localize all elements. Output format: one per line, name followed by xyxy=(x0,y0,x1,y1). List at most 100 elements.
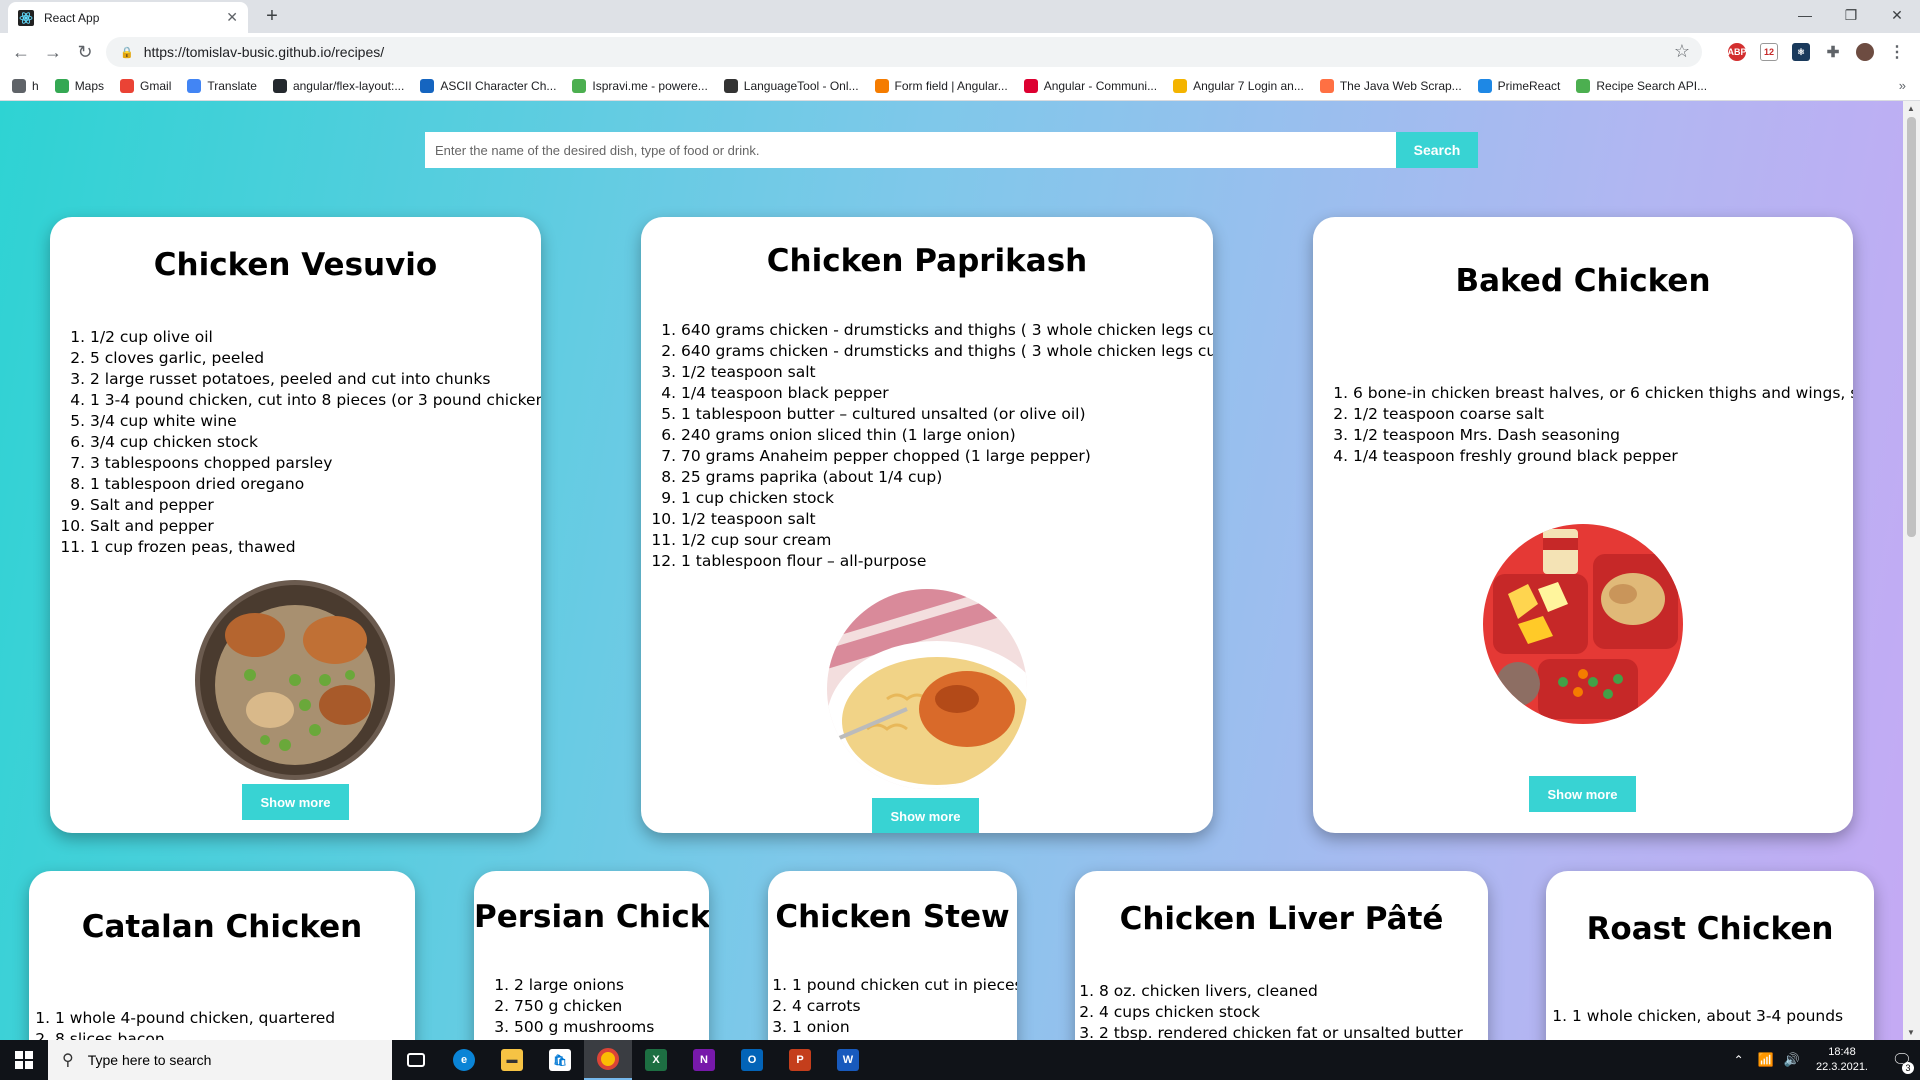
ingredient-item: Salt and pepper xyxy=(90,495,541,516)
bookmark-item[interactable]: Angular - Communi... xyxy=(1023,78,1157,93)
bookmark-label: Ispravi.me - powere... xyxy=(592,78,708,93)
ingredient-item: 2 large onions xyxy=(514,975,654,996)
bookmark-label: Angular 7 Login an... xyxy=(1193,78,1304,93)
bookmark-item[interactable]: Recipe Search API... xyxy=(1576,78,1708,93)
adblock-icon[interactable]: ABP xyxy=(1728,43,1747,61)
edge-icon[interactable]: e xyxy=(440,1040,488,1080)
bookmark-item[interactable]: Form field | Angular... xyxy=(874,78,1008,93)
outlook-icon[interactable]: O xyxy=(728,1040,776,1080)
ingredient-item: 4 cups chicken stock xyxy=(1099,1002,1463,1023)
recipe-title: Roast Chicken xyxy=(1586,911,1834,947)
recipe-image xyxy=(1483,524,1683,724)
show-more-button[interactable]: Show more xyxy=(872,798,979,833)
taskbar-search-placeholder: Type here to search xyxy=(87,1052,212,1068)
start-button[interactable] xyxy=(0,1040,48,1080)
ingredient-item: 1 tablespoon flour – all-purpose xyxy=(681,551,1213,572)
bookmark-label: Recipe Search API... xyxy=(1596,78,1708,93)
recipe-title: Catalan Chicken xyxy=(81,909,363,945)
file-explorer-icon[interactable]: ▬ xyxy=(488,1040,536,1080)
powerpoint-icon[interactable]: P xyxy=(776,1040,824,1080)
browser-tab[interactable]: React App ✕ xyxy=(8,2,248,33)
clock[interactable]: 18:48 22.3.2021. xyxy=(1816,1045,1868,1075)
bookmark-item[interactable]: PrimeReact xyxy=(1477,78,1561,93)
ingredient-item: 1/4 teaspoon black pepper xyxy=(681,383,1213,404)
bookmark-icon xyxy=(723,78,738,93)
ingredient-item: 6 bone-in chicken breast halves, or 6 ch… xyxy=(1353,383,1853,404)
bookmark-item[interactable]: Maps xyxy=(54,78,105,93)
recipe-title: Persian Chicken xyxy=(474,899,709,935)
recipe-card: Roast Chicken 1 whole chicken, about 3-4… xyxy=(1546,871,1874,1040)
url-text: https://tomislav-busic.github.io/recipes… xyxy=(143,44,385,60)
page-scrollbar[interactable]: ▲ ▼ xyxy=(1903,101,1920,1040)
bookmark-icon xyxy=(272,78,287,93)
windows-logo-icon xyxy=(15,1051,33,1069)
bookmark-icon xyxy=(874,78,889,93)
ingredient-list: 1/2 cup olive oil5 cloves garlic, peeled… xyxy=(50,327,541,558)
recipe-title: Chicken Paprikash xyxy=(766,243,1088,279)
chevron-up-icon[interactable]: ⌃ xyxy=(1734,1053,1744,1067)
ingredient-item: 25 grams paprika (about 1/4 cup) xyxy=(681,467,1213,488)
store-icon[interactable]: 🛍 xyxy=(536,1040,584,1080)
bookmark-item[interactable]: Translate xyxy=(187,78,257,93)
volume-icon[interactable]: 🔊 xyxy=(1784,1052,1800,1068)
search-button[interactable]: Search xyxy=(1396,132,1478,168)
ingredient-item: 1 cup chicken stock xyxy=(681,488,1213,509)
bookmark-icon xyxy=(120,78,135,93)
bookmark-item[interactable]: angular/flex-layout:... xyxy=(272,78,404,93)
bookmark-label: PrimeReact xyxy=(1497,78,1561,93)
scroll-down-icon[interactable]: ▼ xyxy=(1907,1028,1915,1037)
bookmark-icon xyxy=(1023,78,1038,93)
profile-avatar[interactable] xyxy=(1856,43,1874,61)
close-tab-icon[interactable]: ✕ xyxy=(226,9,238,26)
extensions-puzzle-icon[interactable]: ✚ xyxy=(1824,43,1842,61)
recipe-image xyxy=(827,589,1027,789)
scrollbar-thumb[interactable] xyxy=(1907,117,1916,537)
bookmark-star-icon[interactable]: ☆ xyxy=(1674,41,1690,62)
task-view-button[interactable] xyxy=(392,1040,440,1080)
notifications-button[interactable]: 🗨 3 xyxy=(1884,1040,1920,1080)
calendar-extension-icon[interactable]: 12 xyxy=(1760,43,1778,61)
reload-button[interactable]: ↻ xyxy=(72,39,98,65)
bookmark-item[interactable]: Ispravi.me - powere... xyxy=(572,78,708,93)
ingredient-item: 240 grams onion sliced thin (1 large oni… xyxy=(681,425,1213,446)
new-tab-button[interactable]: + xyxy=(260,4,284,28)
scroll-up-icon[interactable]: ▲ xyxy=(1907,104,1915,113)
back-button[interactable]: ← xyxy=(8,39,34,65)
word-icon[interactable]: W xyxy=(824,1040,872,1080)
bookmarks-overflow-icon[interactable]: » xyxy=(1899,78,1906,93)
bookmarks-bar: h Maps Gmail Translate angular/flex-layout:.… xyxy=(0,71,1920,101)
bookmark-item[interactable]: ASCII Character Ch... xyxy=(420,78,556,93)
bookmark-label: The Java Web Scrap... xyxy=(1339,78,1462,93)
ingredient-item: 640 grams chicken - drumsticks and thigh… xyxy=(681,341,1213,362)
show-more-button[interactable]: Show more xyxy=(1529,776,1636,812)
wifi-icon[interactable]: 📶 xyxy=(1758,1052,1774,1068)
recipe-card: Chicken Vesuvio 1/2 cup olive oil5 clove… xyxy=(50,217,541,833)
ingredient-item: 8 slices bacon xyxy=(55,1029,335,1040)
chrome-icon[interactable] xyxy=(584,1040,632,1080)
onenote-icon[interactable]: N xyxy=(680,1040,728,1080)
excel-icon[interactable]: X xyxy=(632,1040,680,1080)
bookmark-label: Maps xyxy=(74,78,105,93)
kebab-menu-icon[interactable]: ⋮ xyxy=(1888,43,1906,61)
ingredient-item: 1/2 cup olive oil xyxy=(90,327,541,348)
tab-title: React App xyxy=(44,10,100,25)
search-input[interactable] xyxy=(425,132,1396,168)
show-more-button[interactable]: Show more xyxy=(242,784,349,820)
bookmark-item[interactable]: h xyxy=(12,78,39,93)
taskbar-search-box[interactable]: ⚲ Type here to search xyxy=(48,1040,392,1080)
bookmark-item[interactable]: LanguageTool - Onl... xyxy=(723,78,859,93)
ingredient-list: 6 bone-in chicken breast halves, or 6 ch… xyxy=(1313,383,1853,467)
forward-button[interactable]: → xyxy=(40,39,66,65)
bookmark-item[interactable]: The Java Web Scrap... xyxy=(1319,78,1462,93)
restore-button[interactable]: ❐ xyxy=(1828,0,1874,30)
react-devtools-icon[interactable]: ⚛ xyxy=(1792,43,1810,61)
bookmark-icon xyxy=(1477,78,1492,93)
browser-toolbar: ← → ↻ 🔒 https://tomislav-busic.github.io… xyxy=(0,33,1920,71)
address-bar[interactable]: 🔒 https://tomislav-busic.github.io/recip… xyxy=(106,37,1702,67)
bookmark-item[interactable]: Gmail xyxy=(120,78,171,93)
ingredient-item: 1/2 teaspoon Mrs. Dash seasoning xyxy=(1353,425,1853,446)
minimize-button[interactable]: — xyxy=(1782,0,1828,30)
bookmark-item[interactable]: Angular 7 Login an... xyxy=(1173,78,1304,93)
close-window-button[interactable]: ✕ xyxy=(1874,0,1920,30)
recipe-title: Chicken Stew xyxy=(775,899,1010,935)
